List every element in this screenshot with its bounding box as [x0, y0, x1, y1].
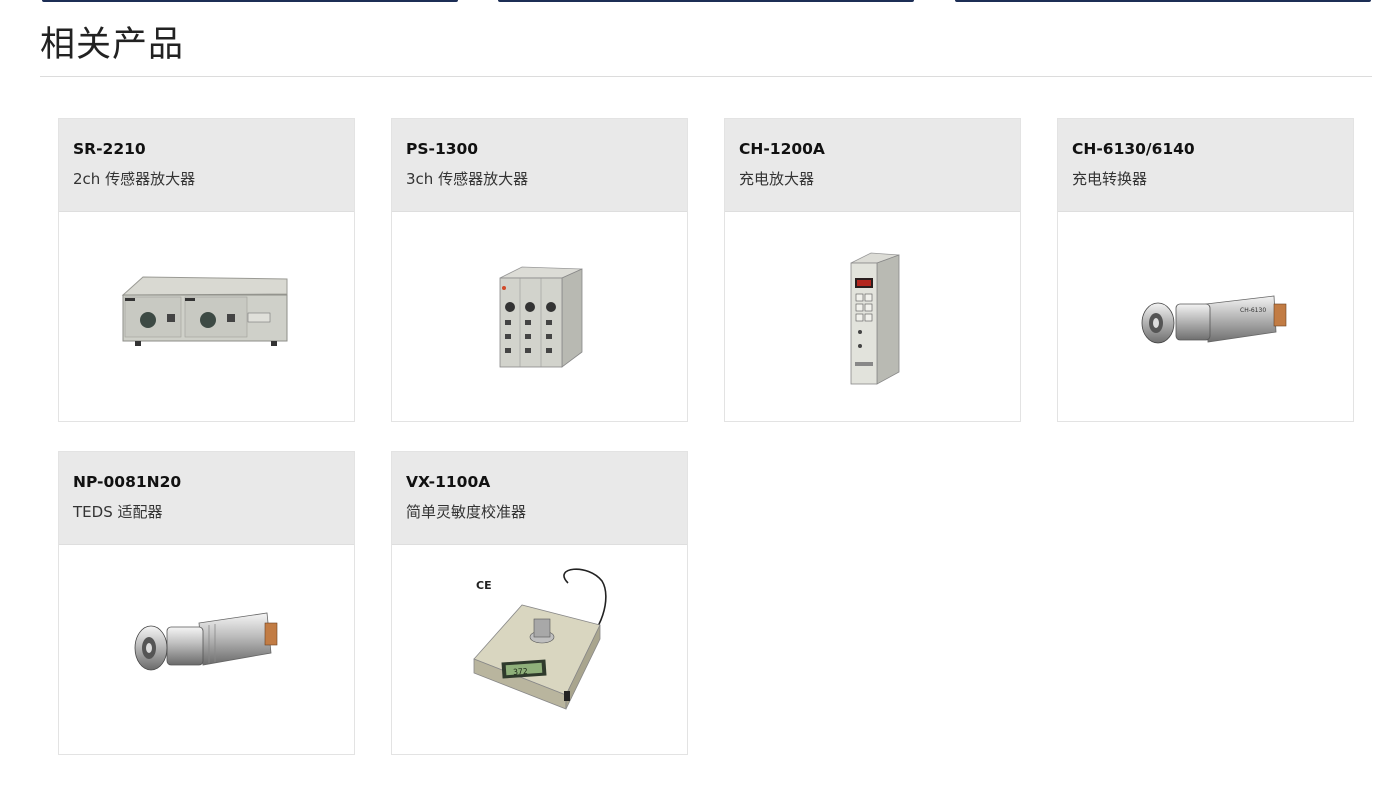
- charge-converter-image[interactable]: CH-6130: [1058, 212, 1353, 422]
- svg-text:CH-6130: CH-6130: [1240, 307, 1266, 314]
- section-divider: [40, 76, 1372, 77]
- teds-adapter-image[interactable]: [59, 545, 354, 755]
- product-card-header: CH-6130/6140 充电转换器: [1058, 119, 1353, 212]
- sensor-amplifier-3ch-image[interactable]: [392, 212, 687, 422]
- product-card-header: VX-1100A 简单灵敏度校准器: [392, 452, 687, 545]
- top-tab-2[interactable]: [498, 0, 914, 2]
- product-model[interactable]: PS-1300: [406, 140, 673, 158]
- product-model[interactable]: CH-6130/6140: [1072, 140, 1339, 158]
- product-card-ps-1300[interactable]: PS-1300 3ch 传感器放大器: [391, 118, 688, 422]
- product-card-np-0081n20[interactable]: NP-0081N20 TEDS 适配器: [58, 451, 355, 755]
- top-tab-1[interactable]: [42, 0, 458, 2]
- product-model[interactable]: SR-2210: [73, 140, 340, 158]
- sensitivity-calibrator-image[interactable]: CE 372: [392, 545, 687, 755]
- product-card-ch-1200a[interactable]: CH-1200A 充电放大器: [724, 118, 1021, 422]
- product-description: 充电放大器: [739, 170, 815, 188]
- product-card-header: PS-1300 3ch 传感器放大器: [392, 119, 687, 212]
- product-card-header: SR-2210 2ch 传感器放大器: [59, 119, 354, 212]
- top-tab-bar: [0, 0, 1396, 4]
- product-model[interactable]: CH-1200A: [739, 140, 1006, 158]
- product-description: 简单灵敏度校准器: [406, 503, 527, 521]
- calibrator-display-value: 372: [513, 667, 528, 677]
- product-description: 2ch 传感器放大器: [73, 170, 196, 188]
- product-model[interactable]: NP-0081N20: [73, 473, 340, 491]
- product-model[interactable]: VX-1100A: [406, 473, 673, 491]
- product-description: TEDS 适配器: [73, 503, 163, 521]
- ce-mark-icon: CE: [476, 579, 492, 592]
- product-card-header: NP-0081N20 TEDS 适配器: [59, 452, 354, 545]
- sensor-amplifier-2ch-image[interactable]: [59, 212, 354, 422]
- section-title: 相关产品: [40, 25, 185, 65]
- product-card-ch-6130-6140[interactable]: CH-6130/6140 充电转换器 CH-6130: [1057, 118, 1354, 422]
- charge-amplifier-image[interactable]: [725, 212, 1020, 422]
- product-card-vx-1100a[interactable]: VX-1100A 简单灵敏度校准器 CE 372: [391, 451, 688, 755]
- product-card-sr-2210[interactable]: SR-2210 2ch 传感器放大器: [58, 118, 355, 422]
- product-description: 3ch 传感器放大器: [406, 170, 529, 188]
- top-tab-3[interactable]: [955, 0, 1371, 2]
- product-description: 充电转换器: [1072, 170, 1148, 188]
- product-card-header: CH-1200A 充电放大器: [725, 119, 1020, 212]
